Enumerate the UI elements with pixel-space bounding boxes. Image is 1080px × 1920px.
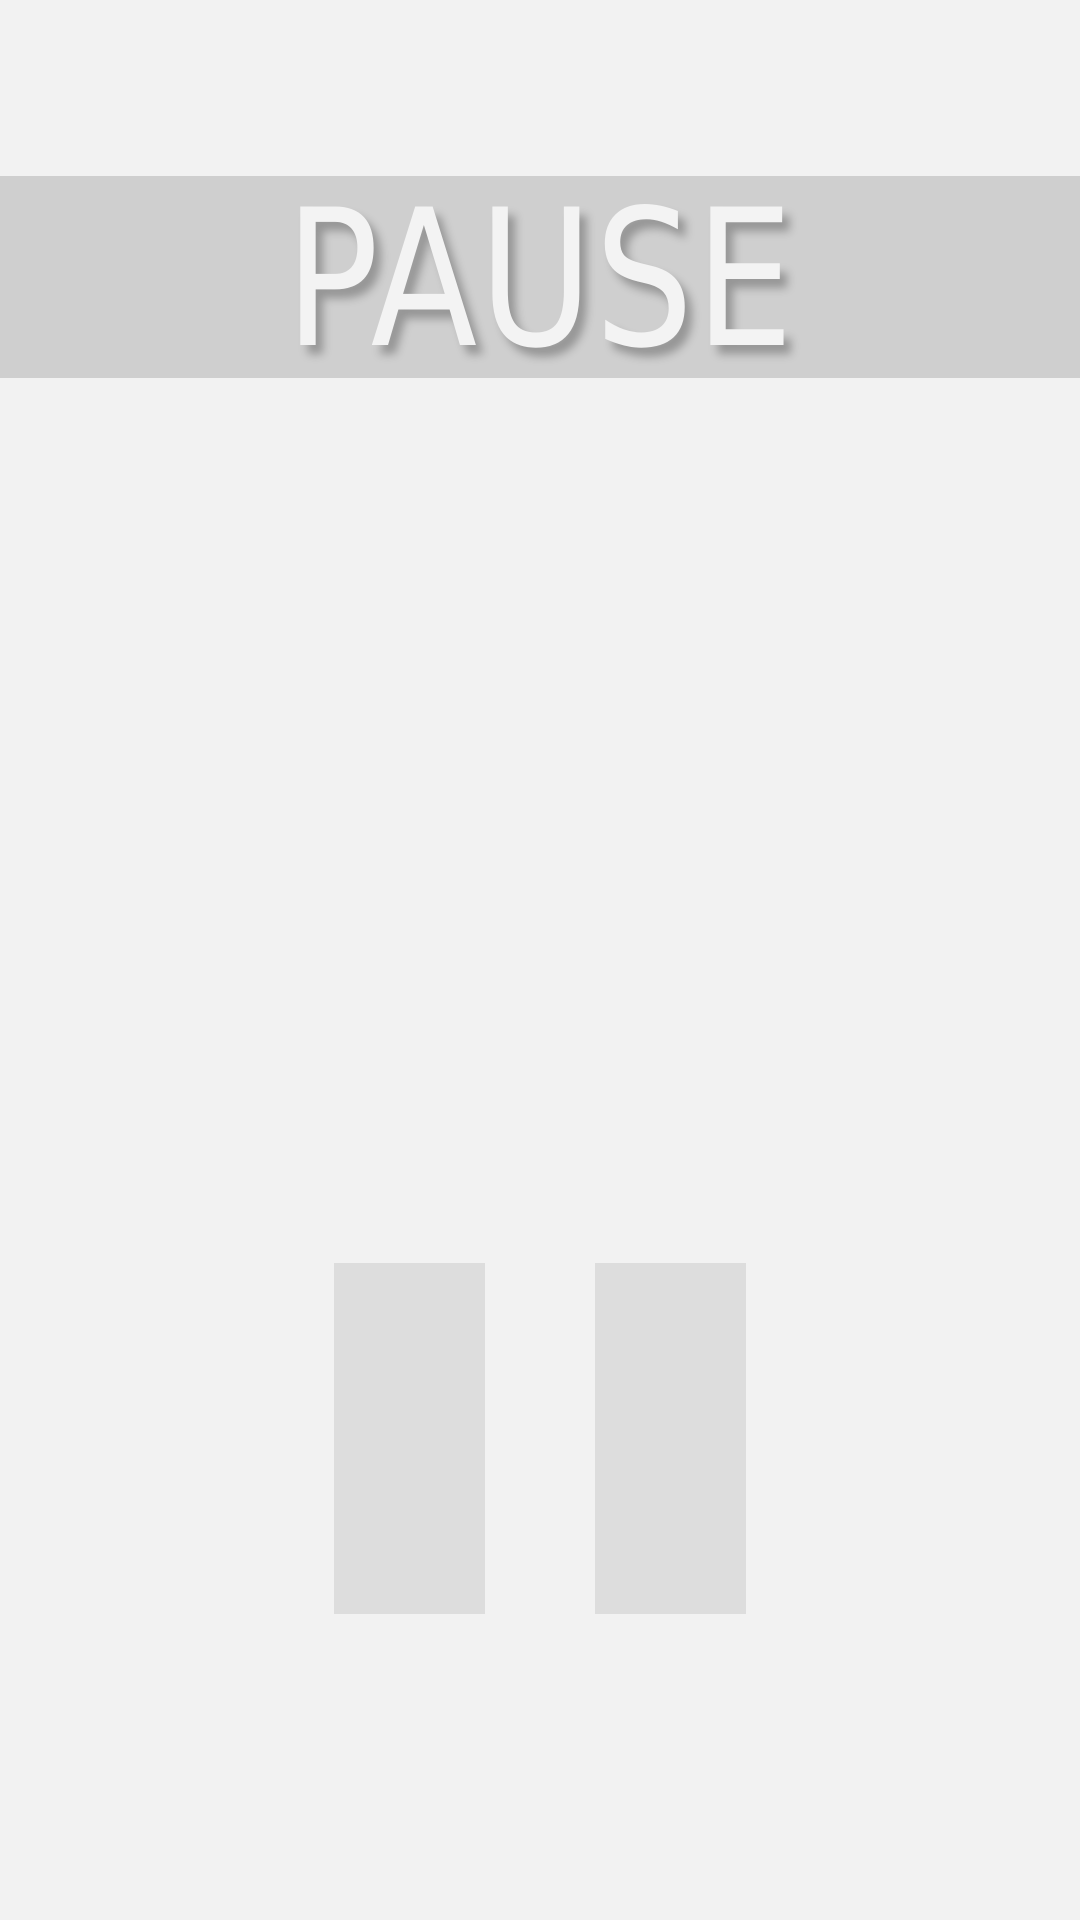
pause-title: PAUSE bbox=[284, 169, 796, 390]
pause-bar-left bbox=[334, 1263, 485, 1614]
pause-icon[interactable] bbox=[334, 1263, 746, 1614]
pause-bar-right bbox=[595, 1263, 746, 1614]
pause-banner: PAUSE bbox=[0, 176, 1080, 378]
